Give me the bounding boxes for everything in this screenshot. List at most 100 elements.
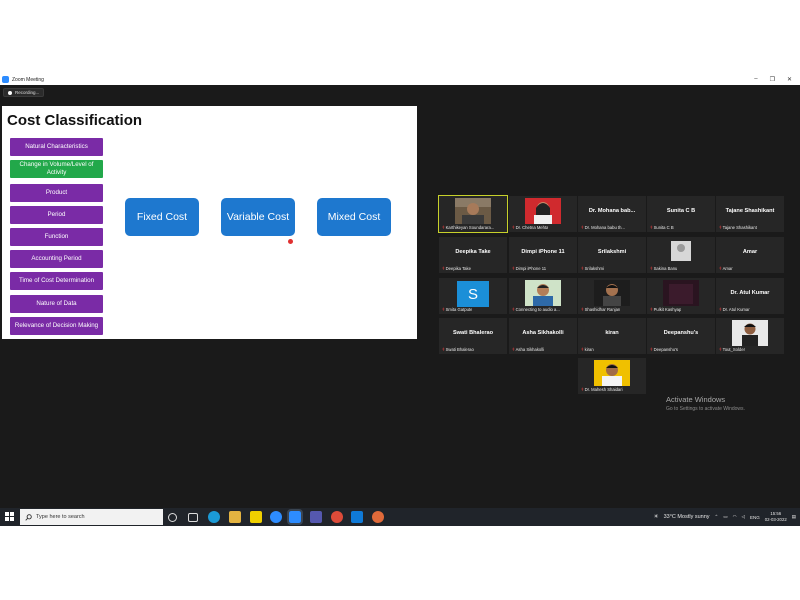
windows-start-icon[interactable]: [5, 512, 14, 521]
participant-tile[interactable]: Dr. Atul Kumar ǂ Dr. Atul Kumar: [716, 278, 784, 314]
outlook-icon[interactable]: [351, 511, 363, 523]
recording-label: Recording...: [15, 90, 40, 95]
task-view-icon[interactable]: [188, 513, 198, 522]
language-indicator[interactable]: ENG: [750, 515, 760, 520]
participant-tile[interactable]: ǂ Sakina Banu: [647, 237, 715, 273]
participant-name: Swati Bhalerao: [445, 347, 474, 352]
taskbar-search-box[interactable]: Type here to search: [20, 509, 163, 525]
minimize-button[interactable]: –: [754, 76, 757, 83]
participant-tile[interactable]: Swati Bhalerao ǂ Swati Bhalerao: [439, 318, 507, 354]
participant-display-name: Swati Bhalerao: [452, 330, 494, 336]
participant-name: Dr. Atul Kumar: [722, 307, 750, 312]
participant-name: Shashidhar Ranjan: [584, 307, 621, 312]
letter-avatar: S: [457, 281, 489, 307]
participant-tile[interactable]: Deepanshu's ǂ Deepanshu's: [647, 318, 715, 354]
participant-display-name: Srilakshmi: [597, 249, 627, 255]
participant-tile[interactable]: Tajane Shashikant ǂ Tajane Shashikant: [716, 196, 784, 232]
participant-tile[interactable]: S ǂ Smita Gatpute: [439, 278, 507, 314]
participant-tile[interactable]: kiran ǂ kiran: [578, 318, 646, 354]
teams-icon[interactable]: [310, 511, 322, 523]
participant-name: Tajane Shashikant: [722, 225, 757, 230]
participant-name: Sunita C B: [653, 225, 674, 230]
zoom-app-icon: [2, 76, 9, 83]
clock-date: 02-03-2022: [764, 517, 787, 522]
classification-time-of-cost: Time of Cost Determination: [10, 272, 103, 290]
maximize-button[interactable]: ❐: [770, 76, 775, 83]
shared-slide: Cost Classification Natural Characterist…: [2, 106, 417, 339]
mic-muted-icon: ǂ: [719, 347, 722, 352]
mic-muted-icon: ǂ: [442, 307, 445, 312]
participant-name: kiran: [584, 347, 594, 352]
taskbar-clock[interactable]: 15:56 02-03-2022: [765, 511, 787, 523]
mic-muted-icon: ǂ: [512, 225, 515, 230]
activate-windows-title: Activate Windows: [666, 395, 726, 404]
network-icon[interactable]: ◠: [733, 514, 737, 520]
participant-name: Dr. Mohana babu th...: [584, 225, 625, 230]
participant-tile[interactable]: ǂ Karthikeyan Soundarara...: [438, 195, 508, 233]
classification-function: Function: [10, 228, 103, 246]
weather-sun-icon: ☀: [653, 514, 659, 520]
zoom-app-icon[interactable]: [270, 511, 282, 523]
recording-indicator[interactable]: Recording...: [3, 88, 45, 97]
participant-name: Smita Gatpute: [445, 307, 473, 312]
mic-muted-icon: ǂ: [512, 266, 515, 271]
window-title: Zoom Meeting: [12, 76, 44, 83]
participant-tile[interactable]: Dimpi iPhone 11 ǂ Dimpi iPhone 11: [509, 237, 577, 273]
zoom-meeting-active-icon[interactable]: [287, 509, 303, 525]
participant-video-woman: [525, 198, 561, 224]
mic-muted-icon: ǂ: [650, 225, 653, 230]
classification-change-in-volume: Change in Volume/Level of Activity: [10, 160, 103, 178]
participant-tile[interactable]: Deepika Take ǂ Deepika Take: [439, 237, 507, 273]
participant-display-name: Deepanshu's: [663, 330, 699, 336]
participant-tile[interactable]: Asha Sikhakolli ǂ Asha Sikhakolli: [509, 318, 577, 354]
system-tray: ☀ 33°C Mostly sunny ⌃ ▭ ◠ ◁ ENG 15:56 02…: [654, 508, 796, 526]
chrome-profile-icon[interactable]: [372, 511, 384, 523]
edge-browser-icon[interactable]: [208, 511, 220, 523]
participant-tile[interactable]: ǂ Pulkit Kashyap: [647, 278, 715, 314]
participant-tile[interactable]: ǂ Shashidhar Ranjan: [578, 278, 646, 314]
mic-muted-icon: ǂ: [719, 307, 722, 312]
mic-muted-icon: ǂ: [719, 266, 722, 271]
participant-display-name: Dr. Mohana bab...: [588, 208, 636, 214]
participant-tile[interactable]: Sunita C B ǂ Sunita C B: [647, 196, 715, 232]
fixed-cost-box: Fixed Cost: [125, 198, 199, 236]
participant-photo: [732, 320, 768, 346]
notifications-icon[interactable]: ▤: [792, 514, 796, 520]
mic-muted-icon: ǂ: [650, 266, 653, 271]
volume-icon[interactable]: ◁: [742, 514, 745, 520]
participant-name: Deepika Take: [445, 266, 471, 271]
participant-display-name: Tajane Shashikant: [725, 208, 775, 214]
file-explorer-icon[interactable]: [229, 511, 241, 523]
mic-muted-icon: ǂ: [442, 225, 445, 230]
participant-display-name: Asha Sikhakolli: [522, 330, 564, 336]
close-button[interactable]: ✕: [787, 76, 792, 83]
show-hidden-icons-icon[interactable]: ⌃: [715, 514, 719, 520]
battery-icon[interactable]: ▭: [723, 514, 727, 520]
search-icon: [25, 513, 32, 521]
classification-period: Period: [10, 206, 103, 224]
participant-display-name: Dr. Atul Kumar: [730, 290, 770, 296]
participant-tile[interactable]: Srilakshmi ǂ Srilakshmi: [578, 237, 646, 273]
participant-video-man: [455, 198, 491, 224]
cortana-icon[interactable]: [168, 513, 177, 522]
participant-tile[interactable]: Amar ǂ Amar: [716, 237, 784, 273]
mic-muted-icon: ǂ: [650, 347, 653, 352]
record-dot-icon: [8, 90, 12, 95]
participant-name: Pulkit Kashyap: [653, 307, 682, 312]
sticky-notes-icon[interactable]: [250, 511, 262, 523]
classification-relevance-of-decision: Relevance of Decision Making: [10, 317, 103, 335]
classification-natural-characteristics: Natural Characteristics: [10, 138, 103, 156]
classification-nature-of-data: Nature of Data: [10, 295, 103, 313]
participant-tile[interactable]: ǂ Tout_Solder: [716, 318, 784, 354]
chrome-icon[interactable]: [331, 511, 343, 523]
participant-photo: [594, 280, 630, 306]
weather-text[interactable]: 33°C Mostly sunny: [664, 514, 710, 520]
participant-tile[interactable]: ǂ Connecting to audio a...: [509, 278, 577, 314]
participant-tile[interactable]: ǂ Dr. Mahesh Shaidari: [578, 358, 646, 394]
participant-name: Connecting to audio a...: [515, 307, 560, 312]
participant-name: Sakina Banu: [653, 266, 678, 271]
participant-tile[interactable]: ǂ Dr. Chetna Mehta: [509, 196, 577, 232]
participant-tile[interactable]: Dr. Mohana bab... ǂ Dr. Mohana babu th...: [578, 196, 646, 232]
participant-name: Tout_Solder: [722, 347, 745, 352]
participant-photo: [525, 280, 561, 306]
